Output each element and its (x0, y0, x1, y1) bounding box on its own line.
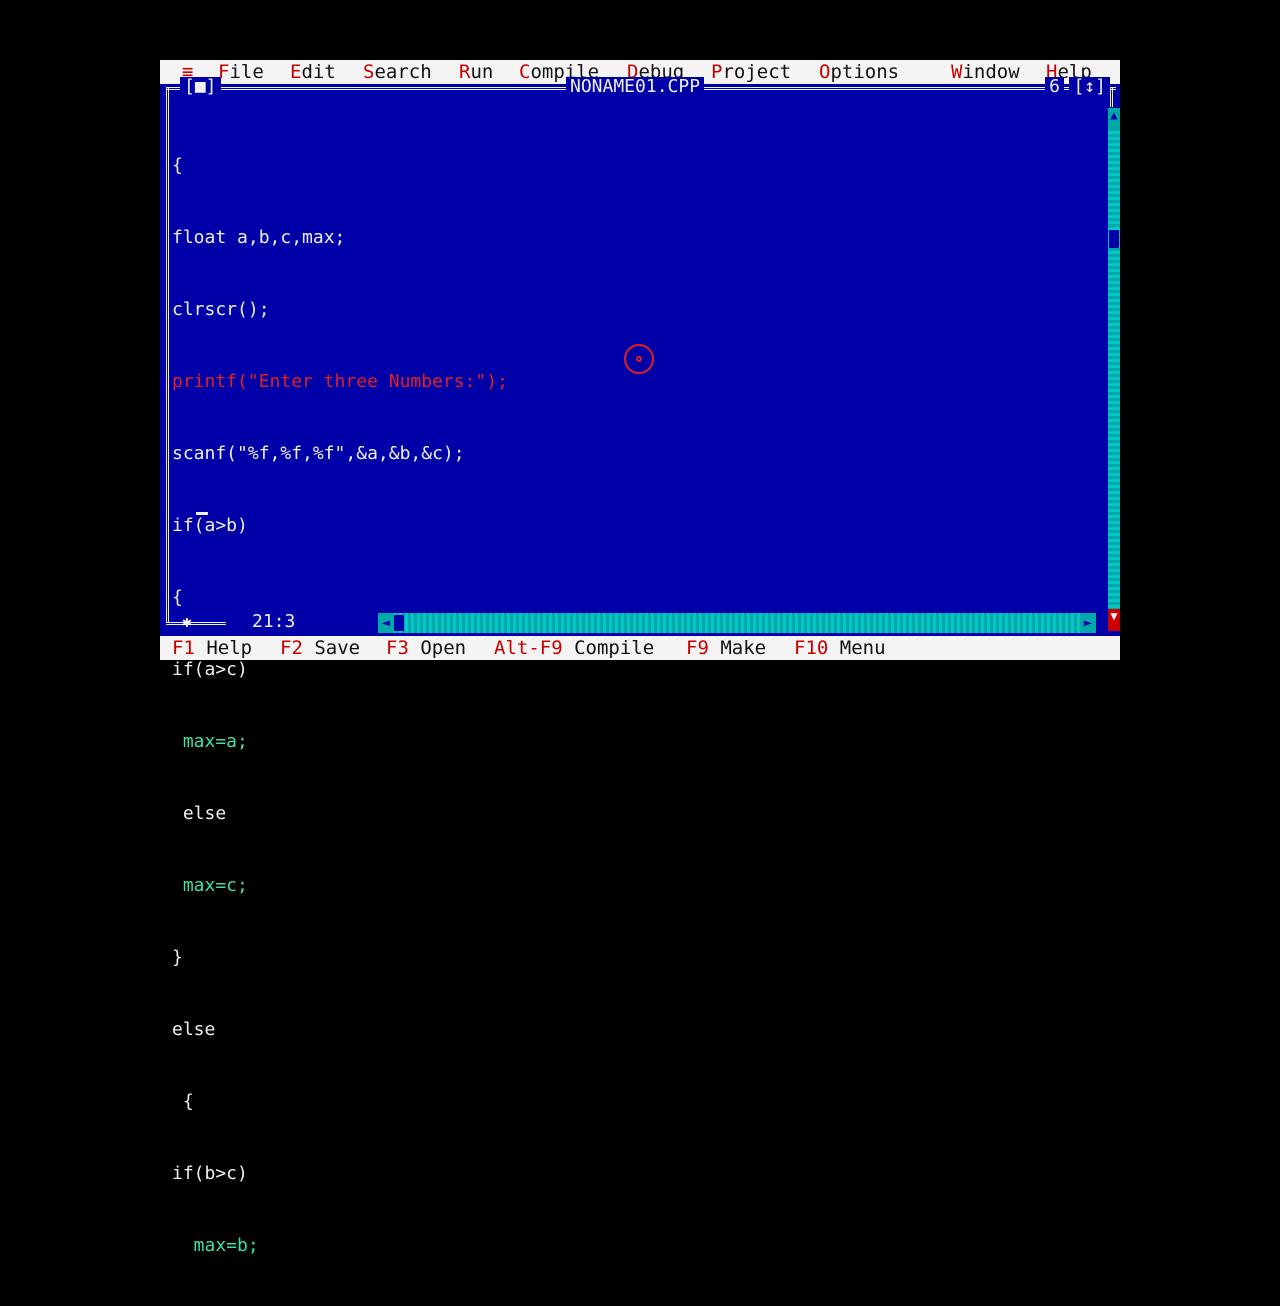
mouse-pointer-icon (624, 344, 654, 374)
cursor-position: 21:3 (246, 610, 302, 634)
code-line: printf("Enter three Numbers:"); (172, 371, 508, 392)
menu-edit[interactable]: Edit (290, 60, 336, 84)
code-line: } (172, 947, 183, 968)
turbo-c-screen: ≡ File Edit Search Run Compile Debug Pro… (160, 60, 1120, 1256)
window-title: NONAME01.CPP (566, 77, 705, 97)
horizontal-scroll-thumb[interactable] (394, 615, 404, 631)
code-line: { (172, 587, 183, 608)
hint-f10-menu[interactable]: F10 Menu (794, 636, 886, 660)
code-line: if(a>c) (172, 659, 248, 680)
code-line: max=a; (172, 731, 248, 752)
code-line: max=c; (172, 875, 248, 896)
close-box-button[interactable]: [■] (180, 77, 221, 97)
menu-project[interactable]: Project (711, 60, 791, 84)
code-line: scanf("%f,%f,%f",&a,&b,&c); (172, 443, 465, 464)
code-line: if(b>c) (172, 1163, 248, 1184)
menu-search[interactable]: Search (363, 60, 432, 84)
code-line: { (172, 1091, 194, 1112)
hint-f9-make[interactable]: F9 Make (686, 636, 766, 660)
code-line: else (172, 803, 227, 824)
hint-alt-f9-compile[interactable]: Alt-F9 Compile (494, 636, 654, 660)
menu-window[interactable]: Window (951, 60, 1020, 84)
vertical-scroll-thumb[interactable] (1109, 230, 1119, 248)
code-line: float a,b,c,max; (172, 227, 346, 248)
vertical-scrollbar[interactable]: ▲ ▼ (1108, 108, 1120, 631)
code-line: if(a>b) (172, 515, 248, 536)
menu-run[interactable]: Run (459, 60, 493, 84)
code-line: max=b; (172, 1235, 259, 1256)
text-cursor (196, 512, 208, 515)
modified-star-icon: ✱ (182, 612, 192, 631)
hint-f1-help[interactable]: F1 Help (172, 636, 252, 660)
scroll-down-arrow-icon[interactable]: ▼ (1108, 609, 1120, 631)
help-line: F1 Help F2 Save F3 Open Alt-F9 Compile F… (160, 636, 1120, 660)
hint-f3-open[interactable]: F3 Open (386, 636, 466, 660)
menu-options[interactable]: Options (819, 60, 899, 84)
menu-file[interactable]: File (218, 60, 264, 84)
code-line: else (172, 1019, 216, 1040)
hint-f2-save[interactable]: F2 Save (280, 636, 360, 660)
frame-right-border (1110, 87, 1113, 107)
scroll-up-arrow-icon[interactable]: ▲ (1108, 108, 1120, 130)
scroll-left-arrow-icon[interactable]: ◄ (378, 613, 394, 633)
zoom-box-button[interactable]: [↕] (1069, 77, 1110, 97)
horizontal-scrollbar[interactable]: ◄ ► (378, 613, 1096, 633)
code-editor[interactable]: { float a,b,c,max; clrscr(); printf("Ent… (172, 106, 508, 1306)
code-line: clrscr(); (172, 299, 270, 320)
window-number: 6 (1045, 77, 1064, 97)
frame-left-border (166, 87, 169, 622)
mouse-pointer-dot (636, 356, 642, 362)
code-line: { (172, 155, 183, 176)
scroll-right-arrow-icon[interactable]: ► (1080, 613, 1096, 633)
